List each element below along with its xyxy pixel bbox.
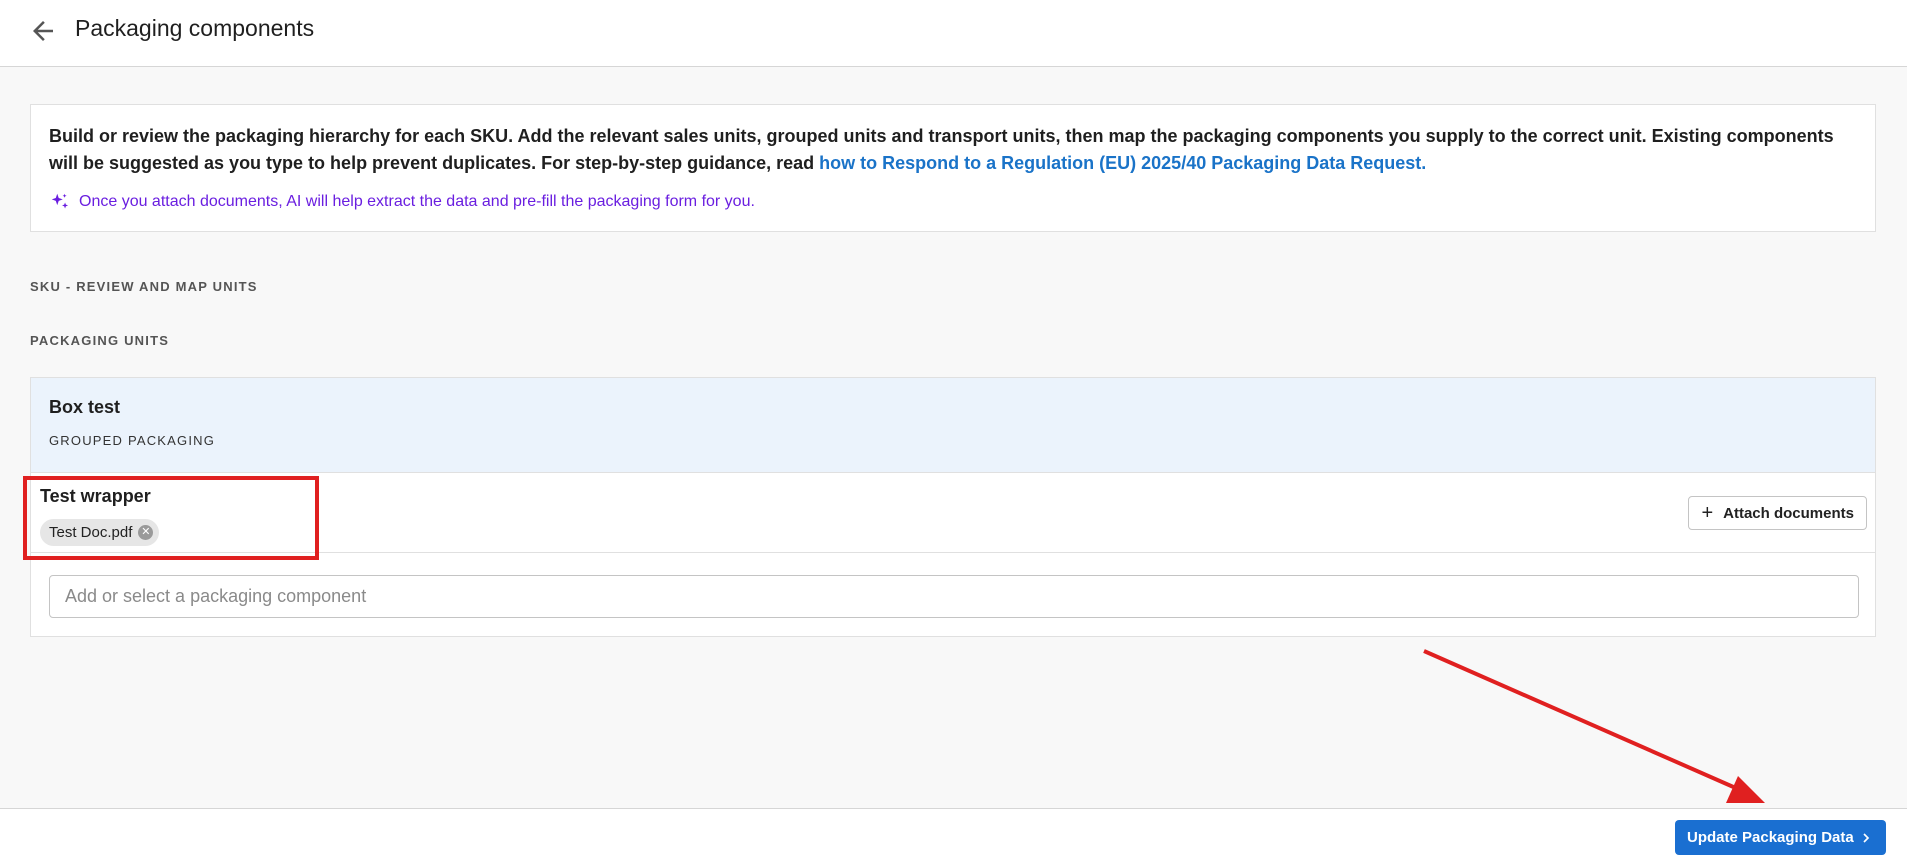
close-circle-icon[interactable]: ✕ — [138, 525, 154, 540]
unit-name: Box test — [49, 397, 121, 417]
sparkle-icon — [51, 193, 69, 209]
info-card: Build or review the packaging hierarchy … — [30, 104, 1876, 232]
packaging-component-input[interactable] — [49, 575, 1859, 618]
top-header: Packaging components — [0, 0, 1907, 67]
page-title: Packaging components — [75, 15, 315, 41]
packaging-unit-card: Box test GROUPED PACKAGING Test wrapper … — [30, 377, 1876, 637]
attach-documents-label: Attach documents — [1723, 504, 1854, 522]
packaging-units-label: PACKAGING UNITS — [30, 333, 170, 348]
plus-icon: + — [1701, 502, 1714, 524]
document-chip-label: Test Doc.pdf — [49, 524, 133, 541]
ai-hint: Once you attach documents, AI will help … — [49, 191, 755, 213]
regulation-guide-link[interactable]: how to Respond to a Regulation (EU) 2025… — [819, 153, 1426, 173]
arrow-left-icon — [33, 21, 53, 41]
unit-header: Box test GROUPED PACKAGING — [31, 378, 1875, 473]
update-button-label: Update Packaging Data — [1687, 829, 1854, 846]
update-packaging-data-button[interactable]: Update Packaging Data — [1675, 820, 1886, 855]
back-button[interactable] — [28, 16, 58, 46]
ai-hint-text: Once you attach documents, AI will help … — [79, 193, 755, 210]
component-name: Test wrapper — [40, 486, 151, 506]
sku-section-label: SKU - REVIEW AND MAP UNITS — [30, 279, 258, 294]
attach-documents-button[interactable]: + Attach documents — [1688, 496, 1867, 530]
info-text: Build or review the packaging hierarchy … — [49, 123, 1849, 177]
unit-type: GROUPED PACKAGING — [49, 433, 216, 448]
document-chip[interactable]: Test Doc.pdf ✕ — [40, 519, 160, 546]
component-row: Test wrapper Test Doc.pdf ✕ + Attach doc… — [31, 473, 1875, 553]
footer-bar: Update Packaging Data — [0, 808, 1907, 864]
chevron-right-icon — [1863, 832, 1870, 843]
